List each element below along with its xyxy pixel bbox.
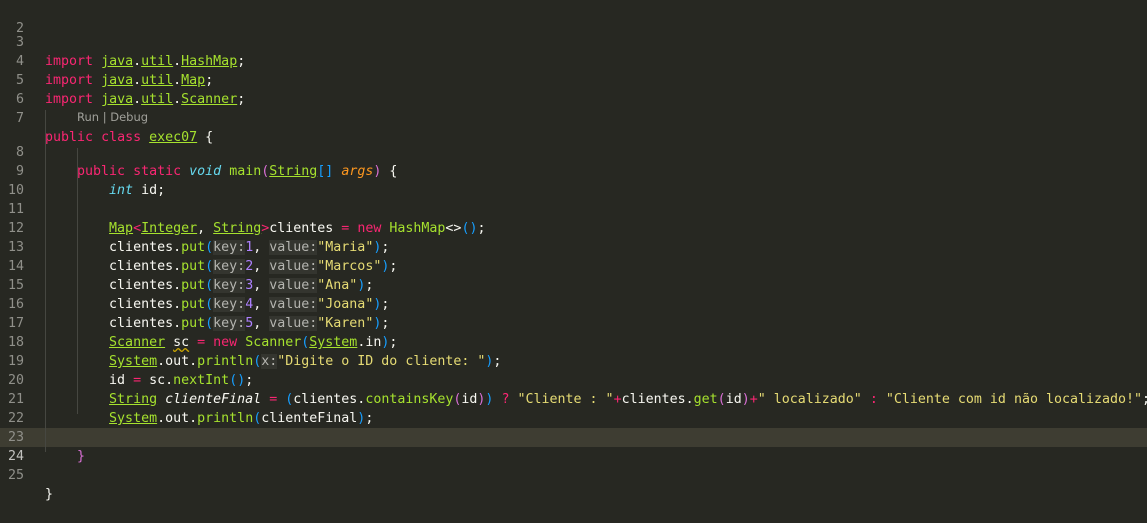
code-line: 19 id = sc.nextInt(); xyxy=(0,333,1147,388)
code-line: 21 System.out.println(clienteFinal); xyxy=(0,371,1147,426)
codelens-separator: | xyxy=(99,110,111,124)
code-line: 8 public static void main(String[] args)… xyxy=(0,124,1147,179)
code-line: 16 clientes.put(key:5, value:"Karen"); xyxy=(0,276,1147,331)
debug-link[interactable]: Debug xyxy=(110,110,148,124)
code-line: 7 public class exec07 { xyxy=(0,90,1147,145)
code-line: 25 } xyxy=(0,447,1147,502)
code-line: 23 } xyxy=(0,409,1147,464)
code-line: 3 import java.util.HashMap; xyxy=(0,14,1147,69)
code-line: 24 xyxy=(0,428,1147,464)
code-line: 15 clientes.put(key:4, value:"Joana"); xyxy=(0,257,1147,312)
code-line: 10 xyxy=(0,162,1147,198)
code-line: 17 Scanner sc = new Scanner(System.in); xyxy=(0,295,1147,350)
line-number: 25 xyxy=(7,468,24,483)
code-line: 12 clientes.put(key:1, value:"Maria"); xyxy=(0,200,1147,255)
codelens: Run | Debug xyxy=(77,110,148,124)
brace: } xyxy=(45,487,54,502)
code-line: 20 String clienteFinal = (clientes.conta… xyxy=(0,352,1147,407)
code-line: 6 xyxy=(0,71,1147,107)
code-line: 9 int id; xyxy=(0,143,1147,198)
code-line: 5 import java.util.Scanner; xyxy=(0,52,1147,107)
code-line: 22 xyxy=(0,390,1147,426)
code-line: 4 import java.util.Map; xyxy=(0,33,1147,88)
code-line: 11 Map<Integer, String>clientes = new Ha… xyxy=(0,181,1147,236)
code-line: 13 clientes.put(key:2, value:"Marcos"); xyxy=(0,219,1147,274)
code-line: 14 clientes.put(key:3, value:"Ana"); xyxy=(0,238,1147,293)
code-line: 18 System.out.println(x:"Digite o ID do … xyxy=(0,314,1147,369)
run-link[interactable]: Run xyxy=(77,110,99,124)
code-editor[interactable]: 2 3 import java.util.HashMap; 4 import j… xyxy=(0,0,1147,502)
